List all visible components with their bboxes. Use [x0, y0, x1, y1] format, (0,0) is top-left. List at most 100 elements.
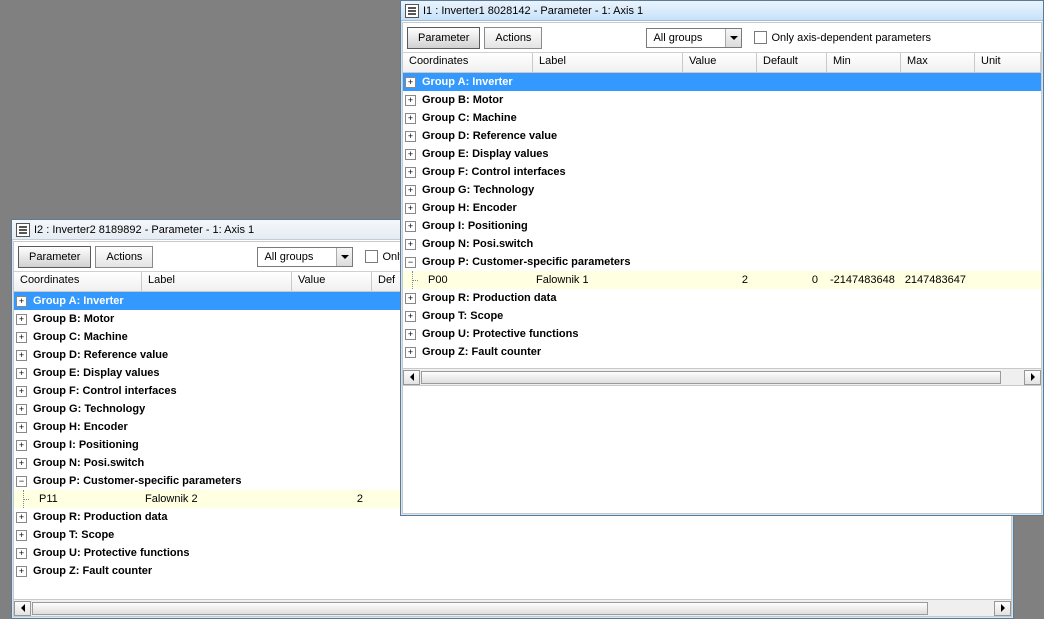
tree-group-c[interactable]: +Group C: Machine	[403, 109, 1041, 127]
expander-icon[interactable]: +	[16, 368, 27, 379]
group-filter-combo[interactable]: All groups	[646, 28, 742, 48]
param-value: 2	[289, 493, 369, 505]
param-row-p00[interactable]: P00 Falownik 1 2 0 -2147483648 214748364…	[403, 271, 1041, 289]
expander-icon[interactable]: +	[405, 347, 416, 358]
tree-group-d[interactable]: +Group D: Reference value	[403, 127, 1041, 145]
param-default: 0	[754, 274, 824, 286]
toolbar: Parameter Actions All groups Only axis-d…	[403, 23, 1041, 53]
expander-icon[interactable]: +	[405, 95, 416, 106]
col-default[interactable]: Default	[757, 53, 827, 72]
column-headers: Coordinates Label Value Default Min Max …	[403, 53, 1041, 73]
scroll-left-button[interactable]	[14, 601, 31, 616]
tree-group-r[interactable]: +Group R: Production data	[403, 289, 1041, 307]
expander-icon[interactable]: +	[16, 566, 27, 577]
expander-icon[interactable]: −	[16, 476, 27, 487]
expander-icon[interactable]: +	[16, 332, 27, 343]
tree-group-t[interactable]: +Group T: Scope	[403, 307, 1041, 325]
tree-group-i[interactable]: +Group I: Positioning	[403, 217, 1041, 235]
tree-group-b[interactable]: +Group B: Motor	[403, 91, 1041, 109]
expander-icon[interactable]: +	[405, 77, 416, 88]
axis-dependent-checkbox-wrap: Only axis-dependent parameters	[754, 31, 931, 44]
expander-icon[interactable]: +	[405, 113, 416, 124]
param-label: Falownik 2	[139, 493, 289, 505]
scroll-thumb[interactable]	[32, 602, 928, 615]
tree-body: +Group A: Inverter +Group B: Motor +Grou…	[403, 73, 1041, 368]
expander-icon[interactable]: +	[16, 512, 27, 523]
expander-icon[interactable]: −	[405, 257, 416, 268]
expander-icon[interactable]: +	[16, 440, 27, 451]
expander-icon[interactable]: +	[405, 311, 416, 322]
param-max: 2147483647	[898, 274, 972, 286]
col-label[interactable]: Label	[533, 53, 683, 72]
titlebar[interactable]: I1 : Inverter1 8028142 - Parameter - 1: …	[401, 1, 1043, 21]
expander-icon[interactable]: +	[405, 293, 416, 304]
expander-icon[interactable]: +	[16, 458, 27, 469]
tree-group-e[interactable]: +Group E: Display values	[403, 145, 1041, 163]
scroll-left-button[interactable]	[403, 370, 420, 385]
col-unit[interactable]: Unit	[975, 53, 1041, 72]
window-title: I1 : Inverter1 8028142 - Parameter - 1: …	[423, 5, 651, 17]
param-min: -2147483648	[824, 274, 898, 286]
tree-group-h[interactable]: +Group H: Encoder	[403, 199, 1041, 217]
col-coordinates[interactable]: Coordinates	[403, 53, 533, 72]
expander-icon[interactable]: +	[16, 422, 27, 433]
col-max[interactable]: Max	[901, 53, 975, 72]
chevron-down-icon[interactable]	[725, 29, 741, 47]
col-value[interactable]: Value	[683, 53, 757, 72]
expander-icon[interactable]: +	[16, 530, 27, 541]
expander-icon[interactable]: +	[16, 296, 27, 307]
col-value[interactable]: Value	[292, 272, 372, 291]
tree-group-a[interactable]: +Group A: Inverter	[403, 73, 1041, 91]
horizontal-scrollbar[interactable]	[14, 599, 1011, 616]
horizontal-scrollbar[interactable]	[403, 368, 1041, 385]
expander-icon[interactable]: +	[16, 350, 27, 361]
parameter-tab[interactable]: Parameter	[18, 246, 91, 268]
tree-group-p[interactable]: −Group P: Customer-specific parameters	[403, 253, 1041, 271]
col-label[interactable]: Label	[142, 272, 292, 291]
expander-icon[interactable]: +	[405, 149, 416, 160]
group-filter-combo[interactable]: All groups	[257, 247, 353, 267]
expander-icon[interactable]: +	[16, 548, 27, 559]
tree-group-f[interactable]: +Group F: Control interfaces	[403, 163, 1041, 181]
expander-icon[interactable]: +	[16, 386, 27, 397]
scroll-right-button[interactable]	[1024, 370, 1041, 385]
expander-icon[interactable]: +	[405, 239, 416, 250]
expander-icon[interactable]: +	[405, 329, 416, 340]
tree-group-t[interactable]: +Group T: Scope	[14, 526, 1011, 544]
scroll-right-button[interactable]	[994, 601, 1011, 616]
expander-icon[interactable]: +	[405, 167, 416, 178]
actions-tab[interactable]: Actions	[484, 27, 542, 49]
expander-icon[interactable]: +	[16, 404, 27, 415]
tree-group-n[interactable]: +Group N: Posi.switch	[403, 235, 1041, 253]
axis-dependent-checkbox[interactable]	[754, 31, 767, 44]
axis-dependent-label: Only axis-dependent parameters	[771, 32, 931, 44]
chevron-down-icon[interactable]	[336, 248, 352, 266]
param-coord: P11	[33, 493, 139, 505]
tree-group-z[interactable]: +Group Z: Fault counter	[14, 562, 1011, 580]
expander-icon[interactable]: +	[405, 185, 416, 196]
expander-icon[interactable]: +	[405, 221, 416, 232]
scroll-thumb[interactable]	[421, 371, 1001, 384]
tree-branch-icon	[18, 490, 29, 508]
window-inverter1: I1 : Inverter1 8028142 - Parameter - 1: …	[400, 0, 1044, 516]
param-label: Falownik 1	[530, 274, 680, 286]
tree-group-g[interactable]: +Group G: Technology	[403, 181, 1041, 199]
col-min[interactable]: Min	[827, 53, 901, 72]
window-icon	[16, 223, 30, 237]
bottom-panel	[403, 385, 1041, 513]
axis-dependent-checkbox[interactable]	[365, 250, 378, 263]
col-coordinates[interactable]: Coordinates	[14, 272, 142, 291]
tree-group-z[interactable]: +Group Z: Fault counter	[403, 343, 1041, 361]
scroll-track[interactable]	[420, 370, 1024, 385]
window-content: Parameter Actions All groups Only axis-d…	[402, 22, 1042, 514]
expander-icon[interactable]: +	[16, 314, 27, 325]
param-value: 2	[680, 274, 754, 286]
tree-group-u[interactable]: +Group U: Protective functions	[14, 544, 1011, 562]
actions-tab[interactable]: Actions	[95, 246, 153, 268]
scroll-track[interactable]	[31, 601, 994, 616]
expander-icon[interactable]: +	[405, 131, 416, 142]
expander-icon[interactable]: +	[405, 203, 416, 214]
tree-group-u[interactable]: +Group U: Protective functions	[403, 325, 1041, 343]
combo-value: All groups	[258, 251, 336, 263]
parameter-tab[interactable]: Parameter	[407, 27, 480, 49]
